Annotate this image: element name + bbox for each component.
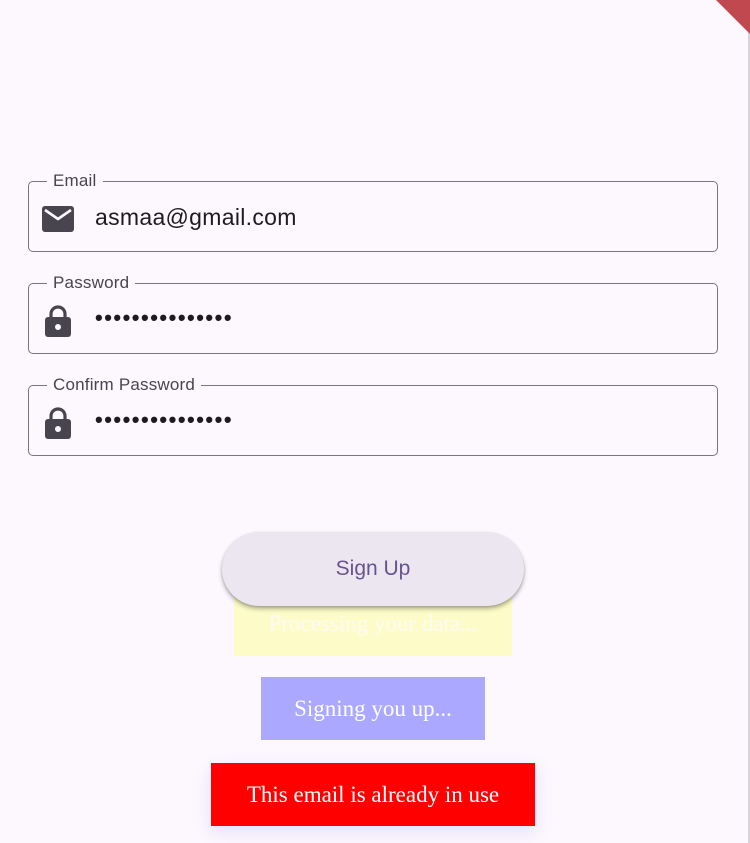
debug-banner [716, 0, 750, 34]
mail-icon [42, 203, 74, 235]
sign-up-button[interactable]: Sign Up [222, 532, 524, 606]
confirm-password-input[interactable]: ••••••••••••••• [95, 405, 233, 435]
signup-screen: Email asmaa@gmail.com Password •••••••••… [0, 0, 750, 843]
email-input[interactable]: asmaa@gmail.com [95, 202, 297, 232]
error-toast: This email is already in use [211, 763, 535, 826]
password-field[interactable]: Password ••••••••••••••• [28, 272, 718, 354]
confirm-password-field[interactable]: Confirm Password ••••••••••••••• [28, 374, 718, 456]
email-label: Email [47, 170, 103, 192]
password-label: Password [47, 272, 136, 294]
lock-icon [42, 305, 74, 337]
password-input[interactable]: ••••••••••••••• [95, 303, 233, 333]
confirm-password-label: Confirm Password [47, 374, 202, 396]
email-field[interactable]: Email asmaa@gmail.com [28, 170, 718, 252]
lock-icon [42, 407, 74, 439]
signing-up-toast: Signing you up... [261, 677, 485, 740]
